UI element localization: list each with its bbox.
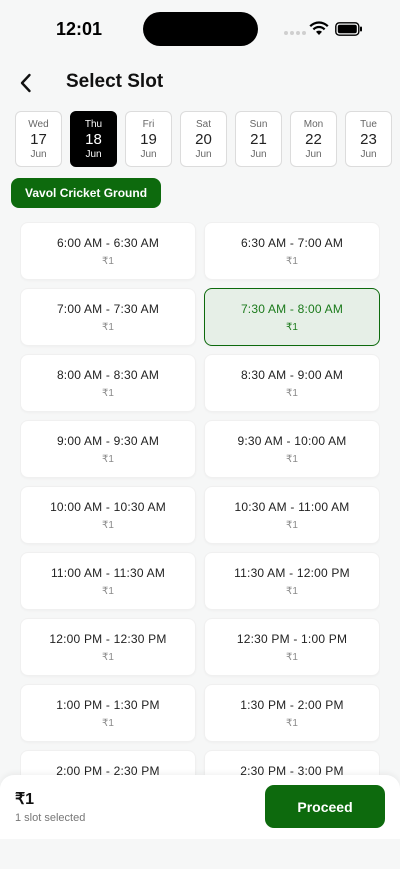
slot-price: ₹1 [102,651,114,663]
venue-chip[interactable]: Vavol Cricket Ground [11,178,162,208]
date-day: 17 [30,130,47,148]
slot-card[interactable]: 7:00 AM - 7:30 AM ₹1 [20,288,196,346]
date-weekday: Wed [28,118,49,130]
slot-time: 9:00 AM - 9:30 AM [56,433,160,448]
date-day: 19 [140,130,157,148]
date-weekday: Tue [360,118,377,130]
date-day: 20 [195,130,212,148]
date-strip: Wed 17 Jun Thu 18 Jun Fri 19 Jun Sat 20 … [15,111,392,167]
slot-card[interactable]: 12:00 PM - 12:30 PM ₹1 [20,618,196,676]
date-weekday: Fri [142,118,155,130]
back-button[interactable] [14,70,40,96]
date-month: Jun [30,148,47,160]
date-card[interactable]: Tue 23 Jun [345,111,392,167]
slot-price: ₹1 [286,321,298,333]
slot-time: 2:30 PM - 3:00 PM [240,763,344,776]
slot-time: 1:00 PM - 1:30 PM [56,697,160,712]
slot-time: 11:30 AM - 12:00 PM [234,565,350,580]
battery-icon [335,22,362,36]
slot-time: 11:00 AM - 11:30 AM [50,565,166,580]
date-card-selected[interactable]: Thu 18 Jun [70,111,117,167]
date-weekday: Sun [249,118,268,130]
date-day: 21 [250,130,267,148]
date-month: Jun [250,148,267,160]
page-title: Select Slot [66,71,164,92]
slot-price: ₹1 [102,519,114,531]
slot-price: ₹1 [102,585,114,597]
slot-time: 12:00 PM - 12:30 PM [49,631,167,646]
date-day: 22 [305,130,322,148]
slot-card[interactable]: 8:00 AM - 8:30 AM ₹1 [20,354,196,412]
slot-time: 7:30 AM - 8:00 AM [240,301,344,316]
slot-time: 6:00 AM - 6:30 AM [56,235,160,250]
slot-time: 8:00 AM - 8:30 AM [56,367,160,382]
header: Select Slot [0,66,400,100]
signal-dots-icon [284,31,306,35]
date-weekday: Mon [303,118,324,130]
slot-card[interactable]: 9:30 AM - 10:00 AM ₹1 [204,420,380,478]
slot-time: 2:00 PM - 2:30 PM [56,763,160,776]
date-month: Jun [360,148,377,160]
slot-price: ₹1 [286,453,298,465]
date-month: Jun [195,148,212,160]
slot-time: 12:30 PM - 1:00 PM [236,631,348,646]
slot-price: ₹1 [102,387,114,399]
slot-price: ₹1 [286,717,298,729]
slot-card[interactable]: 9:00 AM - 9:30 AM ₹1 [20,420,196,478]
date-day: 18 [85,130,102,148]
date-month: Jun [85,148,102,160]
slot-card[interactable]: 12:30 PM - 1:00 PM ₹1 [204,618,380,676]
date-weekday: Sat [195,118,211,130]
slot-time: 10:00 AM - 10:30 AM [50,499,166,514]
slot-card[interactable]: 10:30 AM - 11:00 AM ₹1 [204,486,380,544]
slot-card[interactable]: 11:00 AM - 11:30 AM ₹1 [20,552,196,610]
slots-list[interactable]: 6:00 AM - 6:30 AM ₹1 6:30 AM - 7:00 AM ₹1 … [20,222,380,775]
date-weekday: Thu [84,118,103,130]
status-time: 12:01 [56,19,103,39]
date-month: Jun [305,148,322,160]
date-month: Jun [140,148,157,160]
slot-time: 6:30 AM - 7:00 AM [240,235,344,250]
slot-time: 8:30 AM - 9:00 AM [240,367,344,382]
slot-price: ₹1 [286,651,298,663]
slot-time: 9:30 AM - 10:00 AM [237,433,347,448]
date-card[interactable]: Fri 19 Jun [125,111,172,167]
date-card[interactable]: Sat 20 Jun [180,111,227,167]
slot-price: ₹1 [102,717,114,729]
slot-price: ₹1 [102,255,114,267]
wifi-icon [309,21,329,35]
status-bar: 12:01 [0,0,400,58]
date-day: 23 [360,130,377,148]
date-card[interactable]: Wed 17 Jun [15,111,62,167]
dynamic-island [143,12,258,46]
slot-card[interactable]: 6:30 AM - 7:00 AM ₹1 [204,222,380,280]
slot-card[interactable]: 2:00 PM - 2:30 PM₹1 [20,750,196,775]
slot-card[interactable]: 1:00 PM - 1:30 PM ₹1 [20,684,196,742]
date-card[interactable]: Mon 22 Jun [290,111,337,167]
checkout-bar: ₹1 1 slot selected Proceed [0,775,400,839]
slot-price: ₹1 [286,255,298,267]
proceed-button[interactable]: Proceed [265,785,385,828]
slot-card[interactable]: 11:30 AM - 12:00 PM ₹1 [204,552,380,610]
date-card[interactable]: Sun 21 Jun [235,111,282,167]
slot-price: ₹1 [102,321,114,333]
slot-time: 7:00 AM - 7:30 AM [56,301,160,316]
slot-card-selected[interactable]: 7:30 AM - 8:00 AM ₹1 [204,288,380,346]
home-indicator-area [0,839,400,869]
slot-time: 1:30 PM - 2:00 PM [240,697,344,712]
total-price: ₹1 [15,791,35,808]
selected-slot-count: 1 slot selected [15,812,86,824]
slot-grid: 6:00 AM - 6:30 AM ₹1 6:30 AM - 7:00 AM ₹1 … [20,222,380,775]
slot-time: 10:30 AM - 11:00 AM [234,499,350,514]
slot-price: ₹1 [286,387,298,399]
chevron-left-icon [20,73,31,93]
slot-price: ₹1 [286,519,298,531]
slot-card[interactable]: 6:00 AM - 6:30 AM ₹1 [20,222,196,280]
slot-card[interactable]: 2:30 PM - 3:00 PM₹1 [204,750,380,775]
slot-card[interactable]: 8:30 AM - 9:00 AM ₹1 [204,354,380,412]
slot-price: ₹1 [102,453,114,465]
slot-card[interactable]: 10:00 AM - 10:30 AM ₹1 [20,486,196,544]
slot-card[interactable]: 1:30 PM - 2:00 PM ₹1 [204,684,380,742]
slot-price: ₹1 [286,585,298,597]
